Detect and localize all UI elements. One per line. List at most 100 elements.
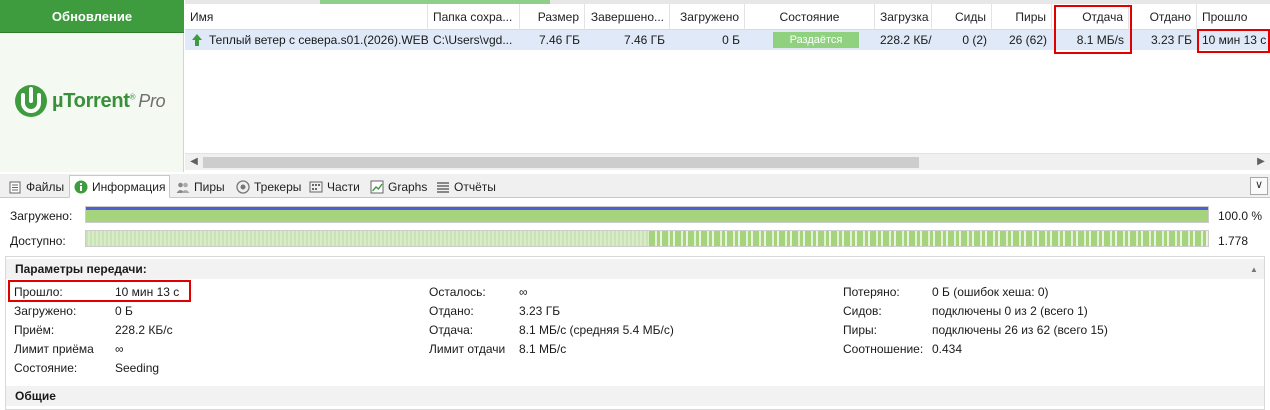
tab-logs[interactable]: Отчёты — [432, 176, 500, 198]
general-section-title: Общие — [6, 386, 1264, 406]
column-header-download-speed[interactable]: Загрузка — [875, 4, 932, 30]
tab-label: Graphs — [388, 180, 428, 194]
scroll-right-icon[interactable]: ▶ — [1255, 156, 1267, 168]
column-header-downloaded[interactable]: Загружено — [670, 4, 745, 30]
tab-info[interactable]: Информация — [69, 175, 171, 198]
detail-tabs: Файлы Информация Пиры Трекеры Части Grap… — [0, 174, 1270, 198]
availability-label: Доступно: — [10, 234, 66, 248]
cell-uploaded: 3.23 ГБ — [1150, 33, 1192, 47]
seeds-label: Сидов: — [843, 304, 882, 318]
remaining-value: ∞ — [519, 285, 528, 299]
column-header-peers[interactable]: Пиры — [992, 4, 1052, 30]
transfer-parameters-panel: Параметры передачи: ▲ Прошло: 10 мин 13 … — [5, 256, 1265, 410]
download-limit-label: Лимит приёма — [14, 342, 94, 356]
logo-registered-mark: ® — [129, 91, 136, 101]
files-icon — [9, 181, 21, 194]
cell-folder: C:\Users\vgd... — [433, 33, 513, 47]
cell-downloaded: 0 Б — [722, 33, 740, 47]
wasted-label: Потеряно: — [843, 285, 900, 299]
cell-peers: 26 (62) — [1008, 33, 1047, 47]
cell-name: Теплый ветер с севера.s01.(2026).WEB... — [209, 33, 428, 47]
peers-label: Пиры: — [843, 323, 877, 337]
uploaded-value: 3.23 ГБ — [519, 304, 561, 318]
elapsed-label: Прошло: — [14, 285, 63, 299]
downloaded-label: Загружено: — [14, 304, 77, 318]
receive-rate-label: Приём: — [14, 323, 55, 337]
graphs-icon — [370, 180, 384, 194]
logs-icon — [437, 182, 449, 193]
collapse-panel-button[interactable]: ∨ — [1250, 177, 1268, 195]
trackers-icon — [236, 180, 250, 194]
upload-rate-label: Отдача: — [429, 323, 474, 337]
seeding-arrow-icon — [192, 34, 202, 46]
column-header-status[interactable]: Состояние — [745, 4, 875, 30]
column-header-uploaded[interactable]: Отдано — [1129, 4, 1197, 30]
update-button[interactable]: Обновление — [0, 0, 184, 33]
utorrent-logo: µTorrent® Pro — [14, 84, 166, 118]
info-icon — [74, 180, 88, 193]
tab-label: Информация — [92, 179, 166, 194]
cell-elapsed: 10 мин 13 с — [1202, 33, 1267, 47]
share-ratio-label: Соотношение: — [843, 342, 924, 356]
availability-bar — [85, 230, 1209, 247]
cell-seeds: 0 (2) — [962, 33, 987, 47]
scrollbar-thumb[interactable] — [203, 157, 919, 168]
downloaded-progress-label: Загружено: — [10, 209, 73, 223]
upload-limit-label: Лимит отдачи — [429, 342, 506, 356]
horizontal-scrollbar[interactable]: ◀ ▶ — [185, 153, 1270, 170]
torrent-list[interactable]: Имя Папка сохра... Размер Завершено... З… — [185, 0, 1270, 172]
tab-trackers[interactable]: Трекеры — [232, 176, 305, 198]
upload-rate-value: 8.1 МБ/с (средняя 5.4 МБ/с) — [519, 323, 674, 337]
seeds-value: подключены 0 из 2 (всего 1) — [932, 304, 1088, 318]
column-header-seeds[interactable]: Сиды — [932, 4, 992, 30]
download-limit-value: ∞ — [115, 342, 124, 356]
state-value: Seeding — [115, 361, 160, 375]
downloaded-value: 0 Б — [115, 304, 133, 318]
tab-peers[interactable]: Пиры — [172, 176, 229, 198]
utorrent-logo-icon — [15, 85, 47, 117]
cell-upload-speed: 8.1 МБ/s — [1076, 33, 1124, 47]
tab-label: Отчёты — [454, 180, 496, 194]
upload-limit-value: 8.1 МБ/с — [519, 342, 567, 356]
elapsed-value: 10 мин 13 с — [115, 285, 180, 299]
transfer-section-title: Параметры передачи: — [6, 259, 1264, 279]
downloaded-progress-value: 100.0 % — [1218, 209, 1263, 223]
chevron-down-icon: ∨ — [1254, 179, 1264, 191]
share-ratio-value: 0.434 — [932, 342, 963, 356]
sidebar: Обновление µTorrent® Pro — [0, 0, 184, 172]
cell-download-speed: 228.2 КБ/s — [880, 33, 932, 47]
tab-label: Файлы — [26, 180, 65, 194]
downloaded-progress-bar — [85, 206, 1209, 223]
column-header-folder[interactable]: Папка сохра... — [428, 4, 520, 30]
tab-label: Пиры — [194, 180, 225, 194]
tab-graphs[interactable]: Graphs — [366, 176, 431, 198]
availability-value: 1.778 — [1218, 234, 1249, 248]
logo-brand: µTorrent — [52, 89, 130, 112]
peers-value: подключены 26 из 62 (всего 15) — [932, 323, 1108, 337]
torrent-list-header: Имя Папка сохра... Размер Завершено... З… — [185, 4, 1270, 30]
status-badge: Раздаётся — [773, 32, 859, 48]
tab-label: Трекеры — [254, 180, 302, 194]
scroll-up-icon[interactable]: ▲ — [1250, 265, 1260, 275]
state-label: Состояние: — [14, 361, 78, 375]
column-header-completed[interactable]: Завершено... — [585, 4, 670, 30]
logo-edition: Pro — [138, 90, 166, 111]
table-row[interactable]: Теплый ветер с севера.s01.(2026).WEB... … — [185, 30, 1270, 50]
pieces-icon — [309, 181, 323, 193]
cell-completed: 7.46 ГБ — [623, 33, 665, 47]
wasted-value: 0 Б (ошибок хеша: 0) — [932, 285, 1049, 299]
column-header-upload-speed[interactable]: Отдача — [1052, 4, 1129, 30]
cell-size: 7.46 ГБ — [538, 33, 580, 47]
column-header-elapsed[interactable]: Прошло — [1197, 4, 1270, 30]
uploaded-label: Отдано: — [429, 304, 474, 318]
scroll-left-icon[interactable]: ◀ — [188, 156, 200, 168]
peers-icon — [176, 182, 190, 193]
column-header-size[interactable]: Размер — [520, 4, 585, 30]
receive-rate-value: 228.2 КБ/с — [115, 323, 173, 337]
column-header-name[interactable]: Имя — [185, 4, 428, 30]
remaining-label: Осталось: — [429, 285, 486, 299]
tab-pieces[interactable]: Части — [305, 176, 364, 198]
tab-label: Части — [327, 180, 360, 194]
tab-files[interactable]: Файлы — [4, 176, 68, 198]
progress-area: Загружено: 100.0 % Доступно: 1.778 — [0, 199, 1270, 256]
